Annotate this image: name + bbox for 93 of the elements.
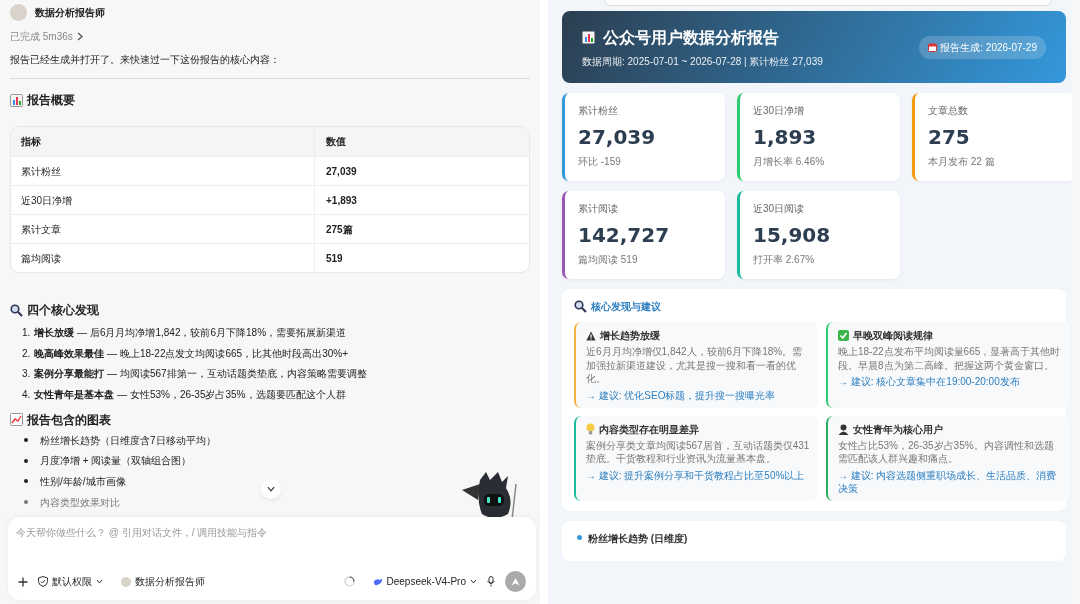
table-cell: 累计文章	[11, 215, 315, 243]
bullet-icon	[24, 458, 28, 463]
stat-note: 环比 -159	[578, 155, 622, 169]
checkmark-icon	[838, 330, 849, 341]
bullet-icon	[577, 534, 582, 540]
search-icon	[574, 300, 587, 313]
loading-spinner-icon	[343, 576, 355, 587]
card-heading: 核心发现与建议	[591, 300, 661, 314]
intro-text: 报告已经生成并打开了。来快速过一下这份报告的核心内容：	[10, 53, 281, 67]
person-icon	[838, 423, 849, 435]
stat-value: 15,908	[753, 222, 832, 249]
stat-value: 142,727	[578, 222, 671, 249]
stat-label: 近30日阅读	[753, 202, 806, 216]
whale-icon	[372, 577, 383, 586]
assistant-name: 数据分析报告师	[35, 6, 105, 20]
chart-heading: 粉丝增长趋势 (日维度)	[588, 531, 688, 546]
plus-icon[interactable]	[18, 576, 28, 587]
list-item-text: 增长放缓 — 后6月月均净增1,842，较前6月下降18%，需要拓展新渠道	[34, 325, 347, 340]
list-item-text: 性别/年龄/城市画像	[40, 474, 126, 489]
list-number: 2.	[22, 346, 31, 361]
permission-dropdown[interactable]: 默认权限	[38, 574, 103, 589]
column-header: 数值	[325, 135, 346, 149]
stat-label: 近30日净增	[753, 104, 806, 118]
input-placeholder: 今天帮你做些什么？ @ 引用对话文件，/ 调用技能与指令	[16, 526, 268, 540]
bullet-icon	[24, 438, 28, 443]
search-icon	[10, 303, 23, 317]
stat-label: 累计阅读	[578, 202, 619, 216]
stat-note: 打开率 2.67%	[753, 253, 816, 267]
bullet-icon	[24, 500, 28, 505]
caret-icon	[96, 579, 103, 584]
list-number: 1.	[22, 325, 31, 340]
stat-note: 本月发布 22 篇	[928, 155, 996, 169]
message-input[interactable]: 今天帮你做些什么？ @ 引用对话文件，/ 调用技能与指令 默认权限 数据分析报告师 Deepseek-V4-Pro	[8, 517, 536, 600]
list-item-text: 月度净增 + 阅读量（双轴组合图）	[40, 454, 192, 469]
bullet-icon	[24, 479, 28, 484]
stat-label: 累计粉丝	[578, 104, 619, 118]
list-item-text: 女性青年是基本盘 — 女性53%，26-35岁占35%，选题要匹配这个人群	[34, 387, 346, 402]
advice-text: → 建议: 核心文章集中在19:00-20:00发布	[838, 375, 1021, 388]
stat-value: 1,893	[753, 124, 818, 151]
trend-chart-icon	[10, 413, 23, 427]
insight-text: 女性占比53%，26-35岁占35%。内容调性和选题需匹配该人群兴趣和痛点。	[838, 438, 1055, 466]
advice-text: → 建议: 提升案例分享和干货教程占比至50%以上	[586, 468, 806, 482]
list-item-text: 粉丝增长趋势（日维度含7日移动平均）	[40, 433, 216, 448]
table-cell-text: 275篇	[325, 222, 353, 237]
table-cell-text: 519	[325, 251, 343, 266]
table-cell: 近30日净增	[11, 186, 315, 214]
scroll-down-button[interactable]	[261, 479, 281, 499]
chevron-down-icon	[267, 486, 275, 492]
section-heading: 报告概要	[27, 92, 75, 109]
table-cell: 累计粉丝	[11, 157, 315, 185]
bar-chart-icon	[10, 93, 23, 107]
microphone-icon[interactable]	[487, 576, 495, 587]
list-item-text: 晚高峰效果最佳 — 晚上18-22点发文均阅读665，比其他时段高出30%+	[34, 346, 348, 361]
section-heading: 报告包含的图表	[27, 411, 111, 429]
list-number: 4.	[22, 387, 31, 402]
column-header: 指标	[11, 127, 315, 156]
avatar	[10, 4, 27, 21]
list-item-text: 案例分享最能打 — 均阅读567排第一，互动话题类垫底，内容策略需要调整	[34, 367, 367, 382]
stat-value: 275	[928, 124, 971, 151]
insight-title: 增长趋势放缓	[600, 329, 660, 343]
status-text[interactable]: 已完成 5m36s	[10, 29, 73, 44]
insight-text: 案例分享类文章均阅读567居首，互动话题类仅431垫底。干货教程和行业资讯为流量基本盘。	[586, 438, 810, 466]
stat-note: 篇均阅读 519	[578, 253, 639, 267]
advice-text: → 建议: 内容选题侧重职场成长、生活品质、消费决策	[838, 468, 1058, 495]
list-item-text: 内容类型效果对比	[40, 495, 120, 510]
chevron-right-icon[interactable]	[76, 32, 83, 41]
stat-label: 文章总数	[928, 104, 969, 118]
table-cell-text: +1,893	[325, 193, 357, 208]
date-badge: 报告生成: 2026-07-29	[919, 35, 1046, 59]
stat-note: 月增长率 6.46%	[753, 155, 826, 169]
section-heading: 四个核心发现	[27, 302, 99, 319]
table-cell: 篇均阅读	[11, 244, 315, 272]
bar-chart-icon	[582, 31, 595, 44]
shield-check-icon	[38, 576, 48, 587]
lightbulb-icon	[586, 423, 595, 435]
advice-text: → 建议: 优化SEO标题，提升搜一搜曝光率	[586, 388, 777, 402]
list-number: 3.	[22, 367, 31, 382]
agent-selector[interactable]: 数据分析报告师	[121, 574, 205, 589]
insight-title: 女性青年为核心用户	[853, 422, 943, 437]
insight-text: 近6月月均净增仅1,842人，较前6月下降18%。需加强拉新渠道建设，尤其是搜一搜和看一看的优化。	[586, 345, 804, 386]
table-cell-text: 27,039	[325, 164, 357, 179]
warning-icon	[586, 330, 596, 341]
calendar-icon	[928, 42, 938, 52]
insight-title: 内容类型存在明显差异	[599, 422, 699, 437]
avatar	[121, 576, 131, 587]
arrow-up-icon	[511, 576, 520, 587]
stat-value: 27,039	[578, 124, 657, 151]
model-selector[interactable]: Deepseek-V4-Pro	[372, 574, 477, 589]
report-title: 公众号用户数据分析报告	[603, 27, 779, 48]
report-subtitle: 数据周期: 2025-07-01 ~ 2026-07-28 | 累计粉丝 27,039	[582, 54, 823, 69]
insight-title: 早晚双峰阅读规律	[853, 329, 933, 343]
caret-icon	[470, 579, 477, 584]
insight-text: 晚上18-22点发布平均阅读量665，显著高于其他时段。早晨8点为第二高峰。把握这两个黄金窗口。	[838, 345, 1062, 372]
